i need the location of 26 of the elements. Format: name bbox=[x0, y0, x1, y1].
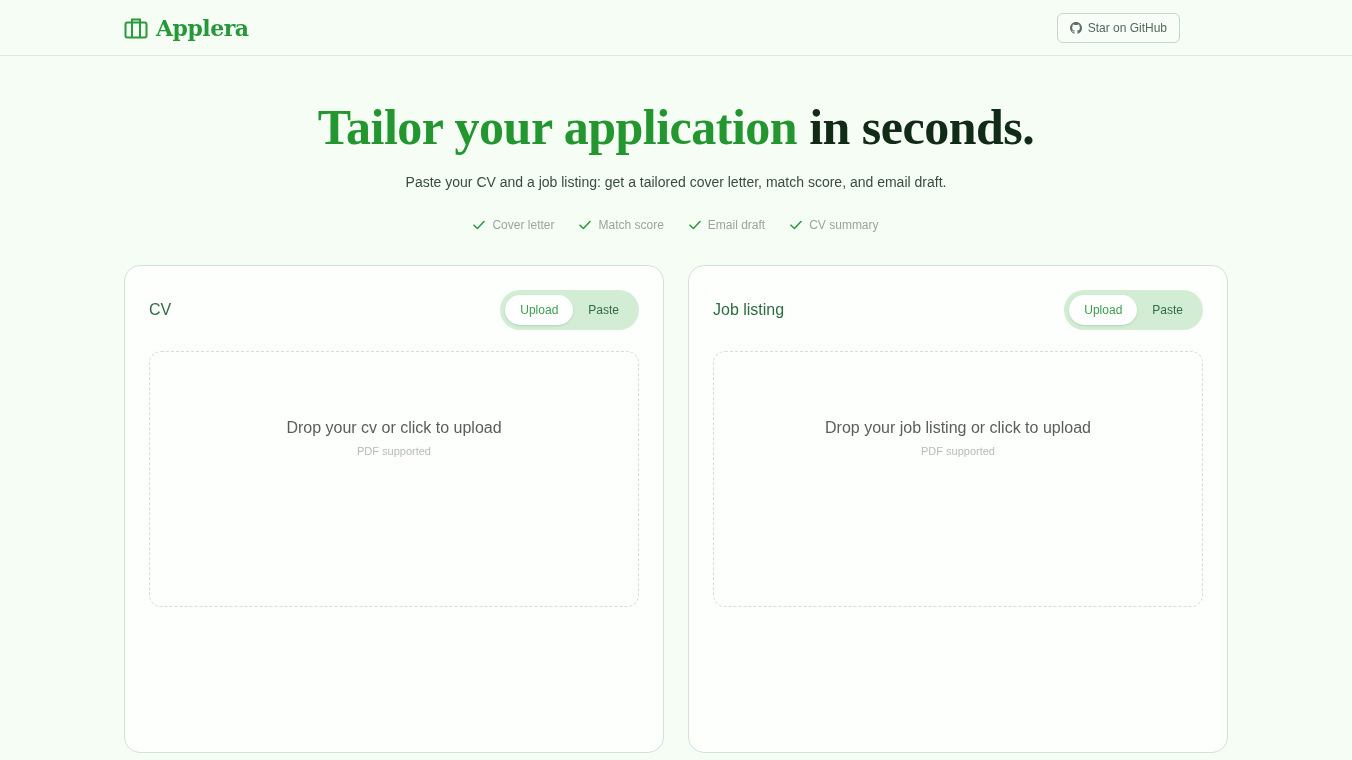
github-star-button[interactable]: Star on GitHub bbox=[1056, 12, 1180, 43]
dropzone-hint: PDF supported bbox=[921, 444, 995, 458]
dropzone-text: Drop your job listing or click to upload bbox=[825, 418, 1091, 438]
mode-tab[interactable]: Paste bbox=[1137, 295, 1198, 325]
feature-label: Email draft bbox=[707, 217, 766, 234]
mode-tab[interactable]: Upload bbox=[1069, 295, 1138, 325]
feature-label: Cover letter bbox=[492, 217, 555, 234]
mode-tab[interactable]: Upload bbox=[505, 295, 574, 325]
feature-label: CV summary bbox=[809, 217, 879, 234]
dropzone-text: Drop your cv or click to upload bbox=[286, 418, 502, 438]
logo-text[interactable]: Applera bbox=[156, 14, 249, 41]
check-icon bbox=[579, 220, 592, 230]
check-icon bbox=[473, 220, 486, 230]
mode-tab[interactable]: Paste bbox=[573, 295, 634, 325]
dropzone-hint: PDF supported bbox=[357, 444, 431, 458]
check-icon bbox=[790, 220, 803, 230]
github-icon bbox=[1069, 21, 1082, 34]
check-icon bbox=[688, 220, 701, 230]
headline: Tailor your application in seconds. bbox=[316, 100, 1036, 154]
card-title: CV bbox=[149, 301, 172, 319]
upload-dropzone[interactable]: Drop your cv or click to upload PDF supported bbox=[149, 351, 639, 607]
subtitle: Paste your CV and a job listing: get a tailored cover letter, match score, and email draft. bbox=[404, 173, 948, 192]
card-title: Job listing bbox=[713, 301, 785, 319]
feature-label: Match score bbox=[598, 217, 664, 234]
upload-dropzone[interactable]: Drop your job listing or click to upload PDF supported bbox=[713, 351, 1203, 607]
briefcase-icon bbox=[124, 16, 148, 39]
